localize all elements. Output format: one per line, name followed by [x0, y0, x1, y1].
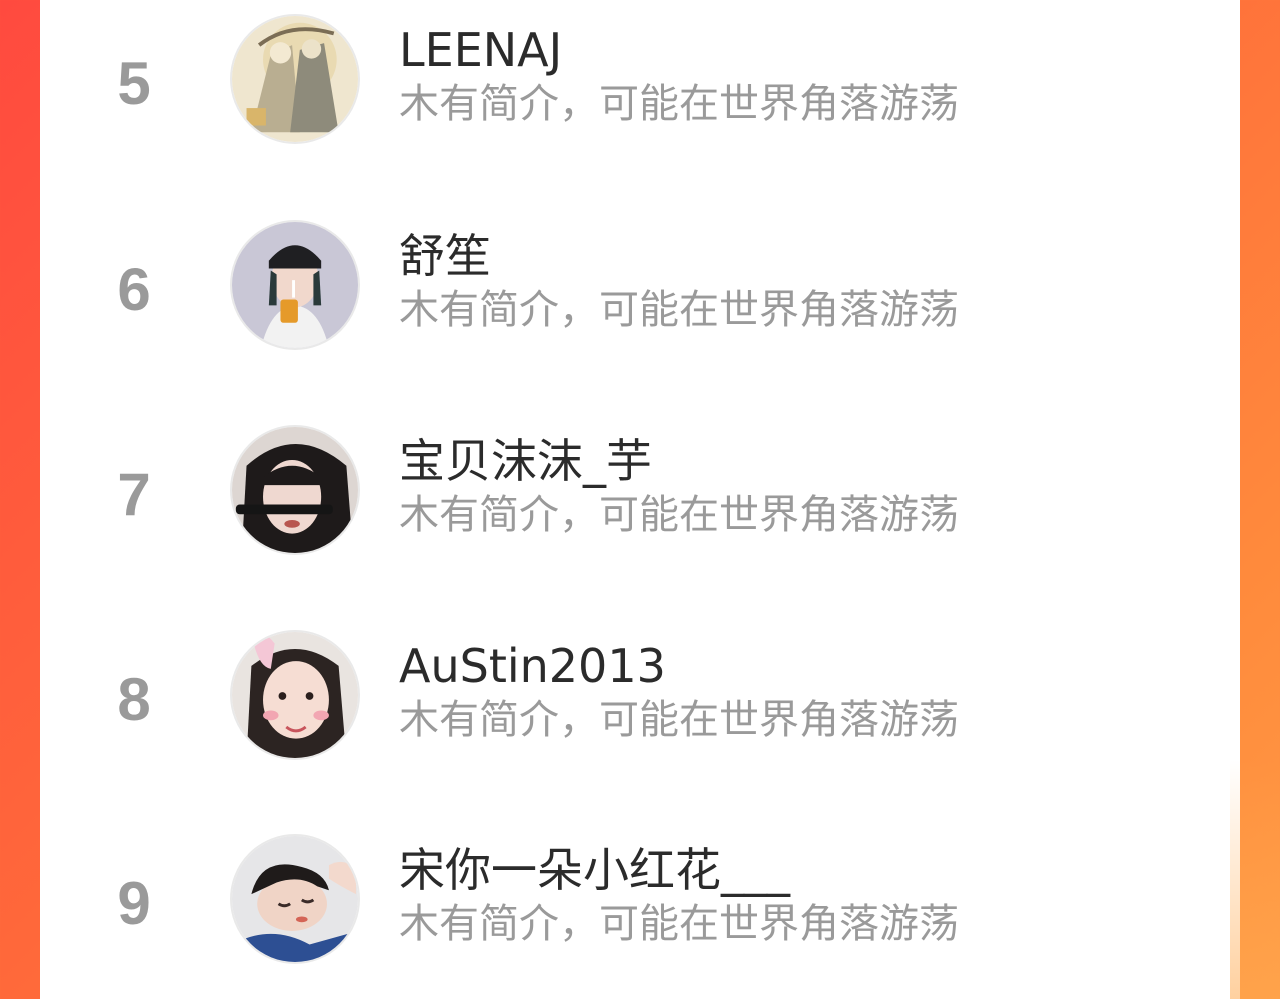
avatar-illustration-pair-icon[interactable]: [230, 14, 360, 144]
user-name[interactable]: 宝贝沫沫_芋: [399, 433, 652, 489]
ranking-row-8[interactable]: 8 AuStin2013 木有简介，可能在世界角落游荡: [40, 630, 1240, 810]
user-bio: 木有简介，可能在世界角落游荡: [399, 287, 959, 333]
ranking-row-7[interactable]: 7 宝贝沫沫_芋 木有简介，可能在世界角落游荡: [40, 425, 1240, 605]
avatar-girl-sunglasses-icon[interactable]: [230, 425, 360, 555]
user-name[interactable]: 舒笙: [399, 228, 491, 284]
ranking-row-5[interactable]: 5 LEENAJ 木有简介，可能在世界角落游荡: [40, 14, 1240, 194]
rank-number: 8: [117, 666, 151, 733]
rank-number: 7: [117, 461, 151, 528]
user-name[interactable]: 宋你一朵小红花___: [399, 842, 790, 898]
user-bio: 木有简介，可能在世界角落游荡: [399, 901, 959, 947]
user-name[interactable]: LEENAJ: [399, 22, 562, 78]
user-bio: 木有简介，可能在世界角落游荡: [399, 81, 959, 127]
ranking-row-6[interactable]: 6 舒笙 木有简介，可能在世界角落游荡: [40, 220, 1240, 400]
ranking-list-panel: 5 LEENAJ 木有简介，可能在世界角落游荡 6 舒笙 木有简介，可能在世界角…: [40, 0, 1240, 999]
user-name[interactable]: AuStin2013: [399, 638, 666, 694]
ranking-row-9[interactable]: 9 宋你一朵小红花___ 木有简介，可能在世界角落游荡: [40, 834, 1240, 999]
avatar-sleeping-person-icon[interactable]: [230, 834, 360, 964]
background-glow: [1230, 760, 1280, 999]
rank-number: 9: [117, 870, 151, 937]
rank-number: 5: [117, 50, 151, 117]
avatar-girl-bunny-ears-icon[interactable]: [230, 630, 360, 760]
user-bio: 木有简介，可能在世界角落游荡: [399, 492, 959, 538]
avatar-girl-with-cap-icon[interactable]: [230, 220, 360, 350]
rank-number: 6: [117, 256, 151, 323]
user-bio: 木有简介，可能在世界角落游荡: [399, 697, 959, 743]
